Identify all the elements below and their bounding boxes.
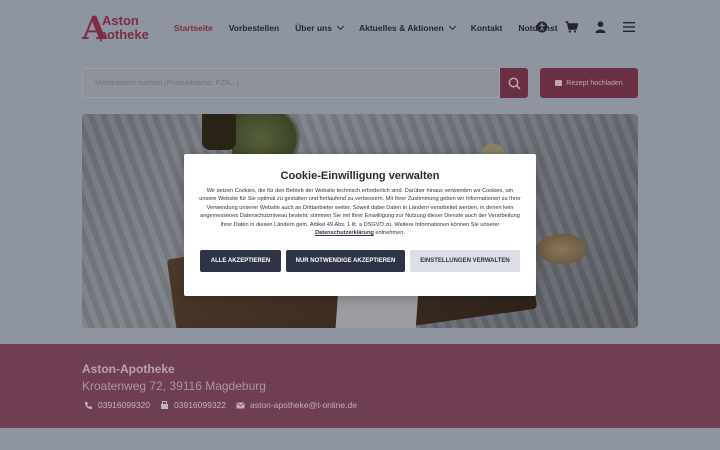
- mail-icon: [236, 401, 245, 408]
- accept-necessary-button[interactable]: Nur notwendige akzeptieren: [286, 250, 405, 272]
- fax-contact[interactable]: 03916099322: [160, 400, 226, 410]
- header-icons: [535, 20, 651, 34]
- pharmacy-name: Aston-Apotheke: [82, 362, 175, 376]
- upload-prescription-button[interactable]: Rezept hochladen: [540, 68, 638, 98]
- search-button[interactable]: [500, 68, 528, 98]
- user-icon[interactable]: [593, 20, 607, 34]
- logo[interactable]: A Aston potheke: [82, 12, 154, 44]
- phone-icon: [84, 401, 93, 409]
- camera-icon: [555, 80, 563, 86]
- nav-item-aktuelles[interactable]: Aktuelles & Aktionen: [359, 22, 456, 33]
- chevron-down-icon: [336, 22, 345, 31]
- footer: Aston-Apotheke Kroatenweg 72, 39116 Magd…: [0, 344, 720, 428]
- pharmacy-address: Kroatenweg 72, 39116 Magdeburg: [82, 379, 266, 393]
- logo-text-line2: potheke: [99, 27, 149, 42]
- main-nav: Startseite Vorbestellen Über uns Aktuell…: [174, 19, 574, 37]
- nav-item-ueber-uns[interactable]: Über uns: [295, 22, 345, 33]
- email-contact[interactable]: aston-apotheke@t-online.de: [236, 400, 357, 410]
- accept-all-button[interactable]: Alle akzeptieren: [200, 250, 281, 272]
- fax-icon: [161, 400, 169, 409]
- cookie-text: Wir setzen Cookies, die für den Betrieb …: [199, 188, 521, 237]
- cookie-consent-dialog: Cookie-Einwilligung verwalten Wir setzen…: [184, 154, 536, 296]
- search-input[interactable]: [95, 78, 475, 87]
- nav-item-kontakt[interactable]: Kontakt: [471, 23, 503, 33]
- search-icon: [508, 77, 521, 90]
- nav-item-startseite[interactable]: Startseite: [174, 23, 213, 33]
- site-header: A Aston potheke Startseite Vorbestellen …: [0, 0, 720, 56]
- logo-text-line1: Aston: [102, 13, 139, 28]
- chevron-down-icon: [448, 22, 456, 31]
- contact-list: 03916099320 03916099322 aston-apotheke@t…: [84, 400, 367, 410]
- cart-icon[interactable]: [564, 20, 578, 34]
- menu-icon[interactable]: [622, 20, 636, 34]
- upload-prescription-label: Rezept hochladen: [566, 79, 623, 87]
- page-bottom: [0, 428, 720, 450]
- privacy-link[interactable]: Datenschutzerklärung: [315, 230, 374, 236]
- cookie-title: Cookie-Einwilligung verwalten: [280, 170, 440, 182]
- manage-settings-button[interactable]: Einstellungen verwalten: [410, 250, 520, 272]
- phone-contact[interactable]: 03916099320: [84, 400, 150, 410]
- accessibility-icon[interactable]: [535, 20, 549, 34]
- nav-item-vorbestellen[interactable]: Vorbestellen: [229, 23, 279, 33]
- search-bar: [82, 68, 500, 98]
